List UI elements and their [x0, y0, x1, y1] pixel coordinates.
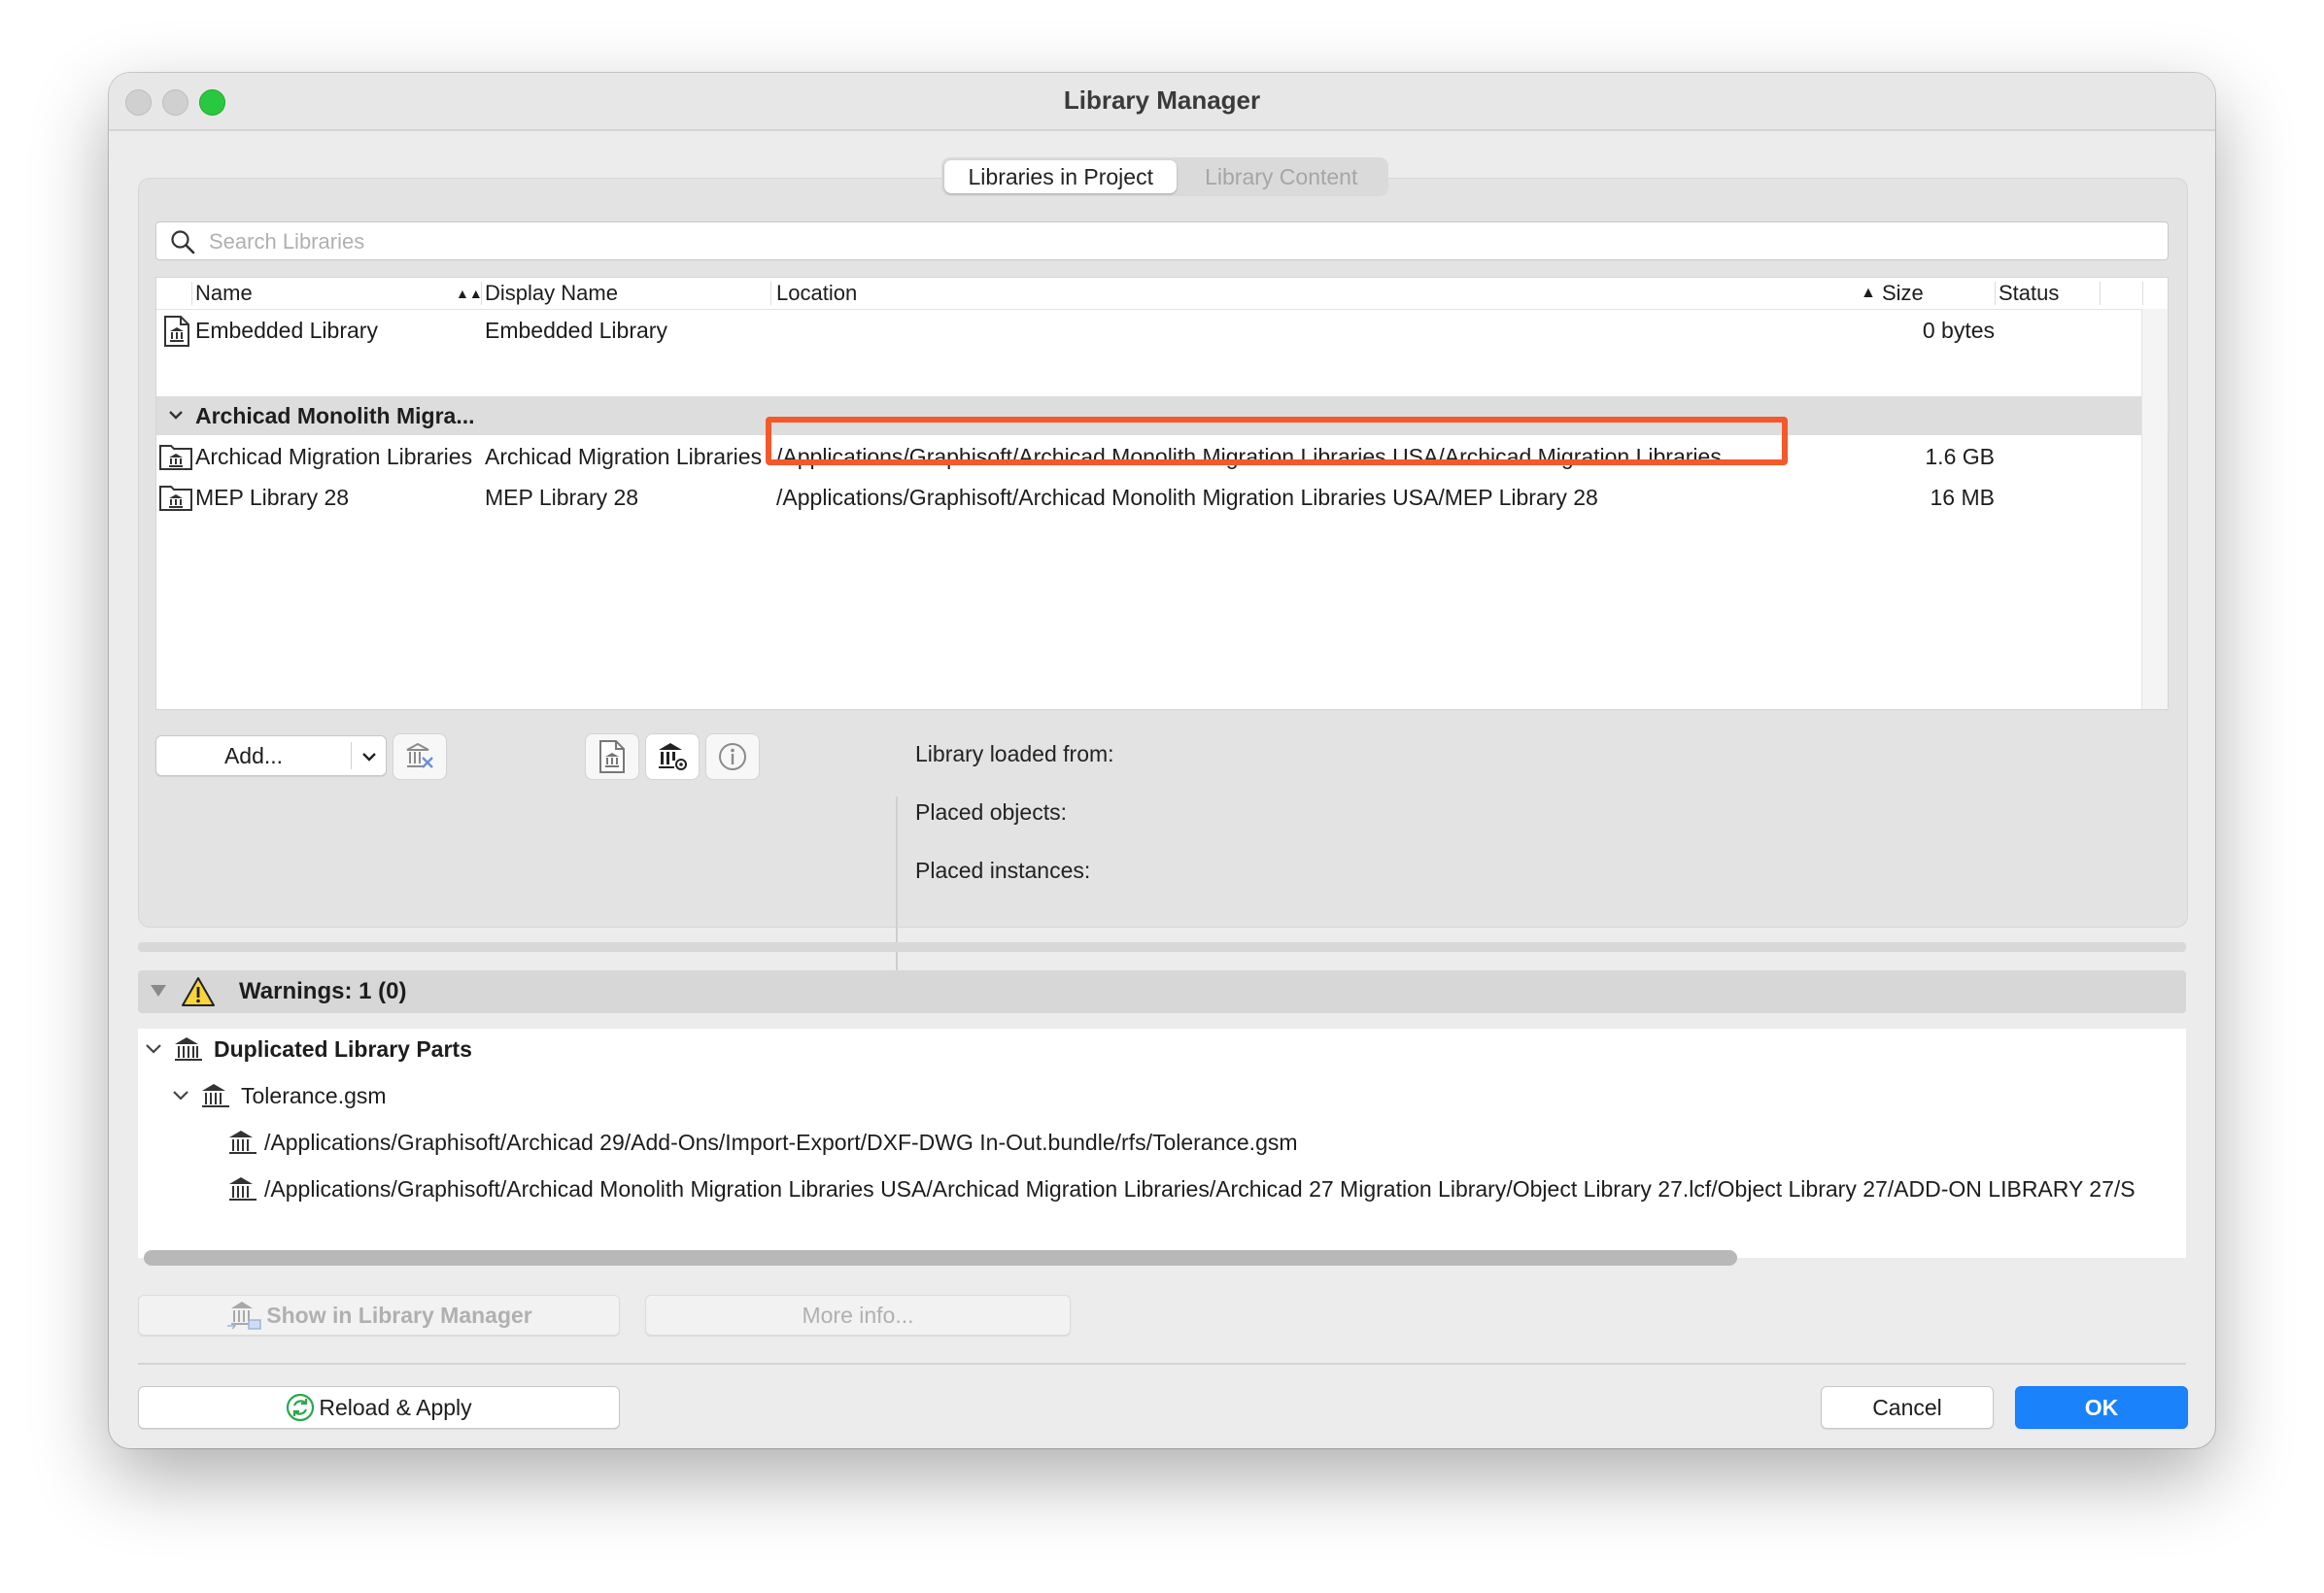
column-separator[interactable] [481, 282, 482, 305]
tree-item-label: Duplicated Library Parts [214, 1035, 472, 1062]
tree-item-duplicated-parts[interactable]: Duplicated Library Parts [144, 1034, 472, 1064]
view-tabs: Libraries in Project Library Content [941, 157, 1388, 196]
search-icon [171, 230, 195, 254]
reload-apply-button[interactable]: Reload & Apply [138, 1386, 620, 1429]
column-header-size[interactable]: Size [1882, 281, 1924, 306]
warnings-title: Warnings: 1 (0) [239, 978, 407, 1004]
table-row-embedded-library[interactable]: Embedded Library Embedded Library 0 byte… [156, 311, 2148, 350]
sort-indicator-size: ▲ [1861, 285, 1876, 301]
tab-library-content[interactable]: Library Content [1177, 160, 1385, 193]
library-folder-icon [159, 445, 192, 470]
remove-library-button[interactable] [393, 733, 447, 780]
library-manager-window: Library Manager Libraries in Project Lib… [109, 73, 2215, 1448]
window-title: Library Manager [1063, 85, 1261, 115]
tree-item-file[interactable]: Tolerance.gsm [171, 1081, 387, 1110]
cell-name: Embedded Library [195, 318, 378, 343]
cell-size: 1.6 GB [1925, 444, 1995, 469]
search-field[interactable] [155, 221, 2169, 261]
cell-size: 0 bytes [1922, 318, 1995, 343]
library-folder-icon [159, 486, 192, 511]
chevron-down-icon[interactable] [144, 1042, 163, 1056]
warnings-header[interactable]: Warnings: 1 (0) [138, 970, 2186, 1013]
table-row[interactable]: MEP Library 28 MEP Library 28 /Applicati… [156, 478, 2148, 517]
search-input[interactable] [207, 222, 2057, 261]
tree-item-path[interactable]: /Applications/Graphisoft/Archicad Monoli… [227, 1174, 2136, 1203]
chevron-down-icon[interactable] [360, 750, 378, 763]
library-loaded-from-label: Library loaded from: [915, 741, 1114, 766]
dropdown-divider [351, 742, 352, 769]
cell-display-name: Archicad Migration Libraries [485, 444, 763, 469]
tree-item-label: /Applications/Graphisoft/Archicad Monoli… [264, 1175, 2136, 1202]
warning-icon [182, 977, 215, 1006]
sort-indicator-name: ▲▲ [456, 286, 483, 301]
ok-button[interactable]: OK [2015, 1386, 2188, 1429]
library-info-button[interactable] [705, 733, 760, 780]
library-part-icon [229, 1177, 256, 1201]
tab-libraries-in-project[interactable]: Libraries in Project [944, 160, 1178, 193]
add-button-label: Add... [223, 742, 284, 768]
show-in-library-manager-button[interactable]: Show in Library Manager [138, 1295, 620, 1336]
cell-name: MEP Library 28 [195, 485, 350, 510]
table-vertical-scrollbar[interactable] [2141, 309, 2168, 709]
reload-icon [287, 1393, 315, 1422]
cell-name: Archicad Migration Libraries [195, 444, 473, 469]
library-gear-icon [659, 743, 687, 770]
info-icon [719, 743, 746, 770]
placed-instances-label: Placed instances: [915, 858, 1091, 883]
cell-display-name: Embedded Library [485, 318, 667, 343]
add-library-dropdown[interactable]: Add... [155, 735, 387, 776]
embedded-library-icon [599, 740, 625, 773]
title-bar: Library Manager [109, 73, 2215, 131]
cell-display-name: MEP Library 28 [485, 485, 639, 510]
cell-location: /Applications/Graphisoft/Archicad Monoli… [776, 485, 1598, 510]
table-row[interactable]: Archicad Migration Libraries Archicad Mi… [156, 437, 2148, 476]
column-header-location[interactable]: Location [776, 281, 857, 306]
table-header: Name ▲▲ Display Name Location ▲ Size Sta… [156, 278, 2168, 310]
show-in-library-manager-label: Show in Library Manager [266, 1302, 532, 1328]
cell-location: /Applications/Graphisoft/Archicad Monoli… [776, 444, 1722, 469]
library-settings-button[interactable] [645, 733, 700, 780]
cell-size: 16 MB [1930, 485, 1995, 510]
library-part-icon [229, 1131, 256, 1154]
placed-objects-label: Placed objects: [915, 799, 1067, 825]
tree-item-label: /Applications/Graphisoft/Archicad 29/Add… [264, 1129, 1298, 1155]
info-separator [896, 796, 898, 981]
chevron-down-icon[interactable] [171, 1089, 190, 1102]
library-remove-icon [406, 742, 433, 768]
library-part-icon [202, 1084, 229, 1107]
warnings-tree: Duplicated Library Parts Tolerance.gsm /… [138, 1029, 2186, 1258]
tree-item-label: Tolerance.gsm [241, 1082, 387, 1108]
disclosure-triangle-icon[interactable] [150, 984, 167, 998]
warnings-horizontal-scrollbar[interactable] [144, 1250, 1737, 1266]
library-locate-icon [227, 1302, 261, 1330]
column-separator[interactable] [2100, 282, 2101, 305]
embedded-library-button[interactable] [585, 733, 639, 780]
footer-divider [138, 1363, 2186, 1365]
library-group-header[interactable]: Archicad Monolith Migra... [156, 396, 2170, 435]
column-header-status[interactable]: Status [1999, 281, 2059, 306]
chevron-down-icon[interactable] [168, 409, 184, 421]
column-separator[interactable] [1995, 282, 1996, 305]
embedded-library-icon [164, 316, 189, 347]
column-header-name[interactable]: Name [195, 281, 253, 306]
libraries-table: Name ▲▲ Display Name Location ▲ Size Sta… [155, 277, 2170, 710]
column-header-display-name[interactable]: Display Name [485, 281, 618, 306]
reload-apply-label: Reload & Apply [319, 1394, 472, 1420]
library-icon [175, 1037, 202, 1061]
cancel-button[interactable]: Cancel [1821, 1386, 1994, 1429]
more-info-button[interactable]: More info... [645, 1295, 1071, 1336]
panel-splitter[interactable] [138, 942, 2186, 952]
column-separator[interactable] [191, 282, 192, 305]
tree-item-path[interactable]: /Applications/Graphisoft/Archicad 29/Add… [227, 1128, 1298, 1157]
column-separator[interactable] [770, 282, 771, 305]
group-label: Archicad Monolith Migra... [195, 403, 475, 428]
column-separator[interactable] [2142, 282, 2143, 305]
